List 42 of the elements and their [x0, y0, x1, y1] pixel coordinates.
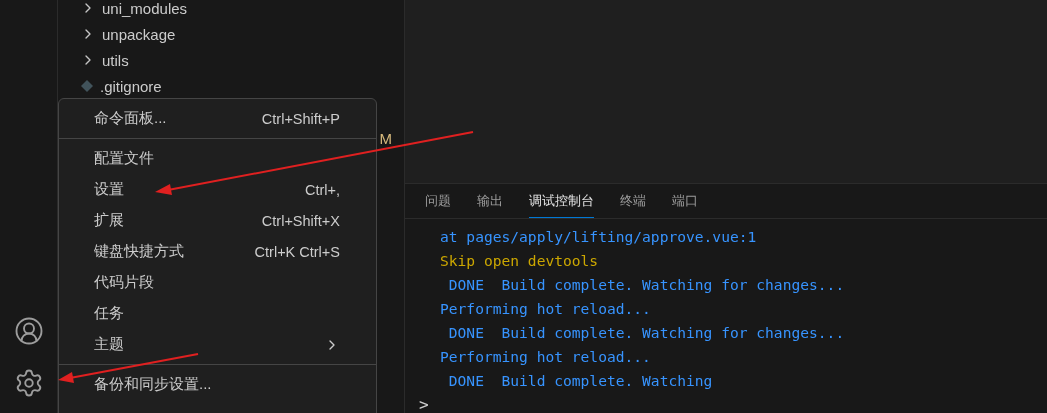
menu-item-label: 主题 [94, 335, 124, 354]
menu-item[interactable]: 键盘快捷方式 Ctrl+K Ctrl+S [59, 236, 376, 267]
shortcut: Ctrl+K Ctrl+S [254, 243, 340, 260]
menu-item-label: 任务 [94, 304, 124, 323]
menu-item-label: 代码片段 [94, 273, 154, 292]
menu-item[interactable]: 任务 [59, 298, 376, 329]
menu-item[interactable]: 命令面板... Ctrl+Shift+P [59, 103, 376, 134]
folder-name[interactable]: unpackage [102, 25, 176, 43]
menu-item-label: 命令面板... [94, 109, 167, 128]
folder-name[interactable]: uni_modules [102, 0, 188, 17]
shortcut: Ctrl+Shift+X [261, 212, 340, 229]
panel-tab[interactable]: 终端 [620, 184, 646, 218]
shortcut: Ctrl+, [304, 181, 340, 198]
console-line: Skip open devtools [440, 251, 600, 271]
console-line: Performing hot reload... [440, 299, 652, 319]
panel-tab[interactable]: 调试控制台 [529, 184, 594, 218]
menu-item[interactable]: 备份和同步设置... [59, 369, 376, 400]
panel-tab[interactable]: 端口 [672, 184, 698, 218]
menu-item[interactable]: 设置 Ctrl+, [59, 174, 376, 205]
menu-item[interactable]: 主题 [59, 329, 376, 360]
menu-item-label: 键盘快捷方式 [94, 242, 184, 261]
menu-item-label: 设置 [94, 180, 124, 199]
account-icon[interactable] [13, 316, 44, 346]
console-prompt[interactable]: > [405, 393, 1047, 413]
menu-item-label: 备份和同步设置... [94, 375, 212, 394]
menu-item[interactable]: 代码片段 [59, 267, 376, 298]
console-line: at pages/apply/lifting/approve.vue:1 [440, 227, 758, 247]
console-line: Performing hot reload... [440, 347, 652, 367]
file-name[interactable]: .gitignore [100, 77, 162, 95]
menu-item-label: 配置文件 [94, 149, 154, 168]
folder-name[interactable]: utils [102, 51, 129, 69]
shortcut: Ctrl+Shift+P [261, 110, 340, 127]
menu-item-label: 扩展 [94, 211, 124, 230]
file-icon [80, 79, 94, 93]
console-line: DONE Build complete. Watching for changes... [447, 323, 846, 343]
menu-item[interactable]: 配置文件 [59, 143, 376, 174]
panel-tab[interactable]: 问题 [425, 184, 451, 218]
console-line: DONE Build complete. Watching [447, 371, 714, 391]
menu-item[interactable]: 扩展 Ctrl+Shift+X [59, 205, 376, 236]
console-line: DONE Build complete. Watching for changes... [447, 275, 846, 295]
panel-tab[interactable]: 输出 [477, 184, 503, 218]
git-status-letter: M [379, 129, 392, 147]
